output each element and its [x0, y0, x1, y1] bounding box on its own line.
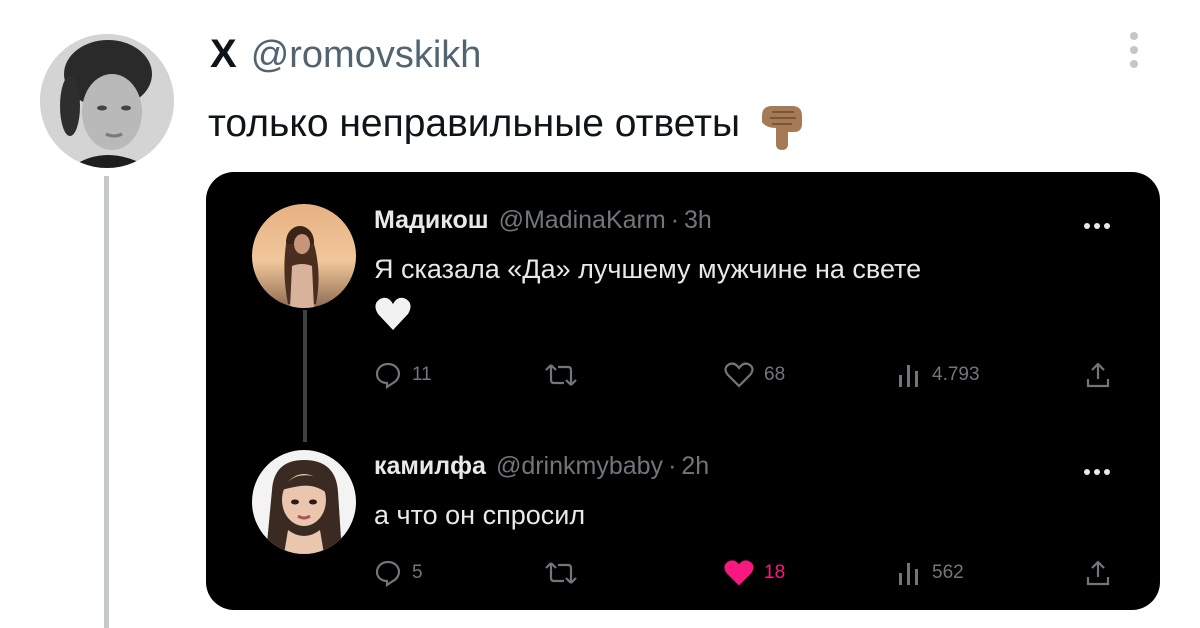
like-count: 68: [764, 364, 786, 385]
author-handle[interactable]: @romovskikh: [251, 34, 482, 77]
share-icon: [1086, 560, 1110, 586]
reply-text: Я сказала «Да» лучшему мужчине на свете: [374, 254, 922, 284]
backhand-index-pointing-down-icon: [758, 98, 808, 150]
views-icon: [899, 563, 918, 585]
like-button[interactable]: 18: [724, 556, 785, 590]
repost-icon: [545, 364, 577, 386]
timestamp[interactable]: 2h: [681, 452, 709, 481]
reply-button[interactable]: 11: [374, 358, 432, 392]
reply-button[interactable]: 5: [374, 556, 423, 590]
separator: ·: [670, 206, 680, 234]
tweet-actions: 5 18 562: [374, 556, 1114, 590]
tweet-actions: 11 68 4.793: [374, 358, 1114, 392]
repost-button[interactable]: [544, 556, 588, 590]
thread-connector: [303, 310, 307, 442]
tweet-header: X @romovskikh: [210, 32, 481, 77]
views-button[interactable]: 4.793: [896, 358, 980, 392]
share-button[interactable]: [1084, 556, 1112, 590]
like-button[interactable]: 68: [724, 358, 785, 392]
share-icon: [1086, 362, 1110, 388]
white-heart-icon: [374, 296, 412, 332]
heart-filled-icon: [724, 560, 754, 586]
thread-line: [104, 176, 109, 628]
reply-header: камилфа @drinkmybaby · 2h: [374, 452, 709, 481]
tweet-text: только неправильные ответы: [208, 102, 741, 145]
tweet-text-row: только неправильные ответы: [208, 98, 808, 150]
repost-button[interactable]: [544, 358, 588, 392]
more-options-icon[interactable]: [1082, 462, 1112, 475]
author-name[interactable]: камилфа: [374, 452, 486, 481]
view-count: 562: [932, 562, 964, 583]
quoted-thread-card[interactable]: Мадикош @MadinaKarm · 3h Я сказала «Да» …: [206, 172, 1160, 610]
author-name[interactable]: X: [210, 32, 237, 77]
reply-text: а что он спросил: [374, 500, 586, 530]
separator: ·: [668, 452, 677, 480]
author-handle[interactable]: @MadinaKarm: [499, 206, 666, 235]
timestamp[interactable]: 3h: [684, 206, 712, 235]
views-button[interactable]: 562: [896, 556, 964, 590]
more-options-icon[interactable]: [1082, 216, 1112, 229]
avatar[interactable]: [252, 204, 356, 308]
reply-count: 11: [412, 364, 432, 385]
views-icon: [899, 365, 918, 387]
share-button[interactable]: [1084, 358, 1112, 392]
avatar[interactable]: [40, 34, 174, 168]
author-name[interactable]: Мадикош: [374, 206, 489, 235]
heart-icon: [724, 362, 754, 388]
avatar[interactable]: [252, 450, 356, 554]
reply-icon: [375, 560, 401, 587]
repost-icon: [545, 562, 577, 584]
author-handle[interactable]: @drinkmybaby: [496, 452, 663, 481]
reply-count: 5: [412, 562, 423, 583]
reply-header: Мадикош @MadinaKarm · 3h: [374, 206, 712, 235]
view-count: 4.793: [932, 364, 980, 385]
like-count: 18: [764, 562, 786, 583]
reply-icon: [375, 362, 401, 389]
more-options-icon[interactable]: [1118, 26, 1150, 76]
